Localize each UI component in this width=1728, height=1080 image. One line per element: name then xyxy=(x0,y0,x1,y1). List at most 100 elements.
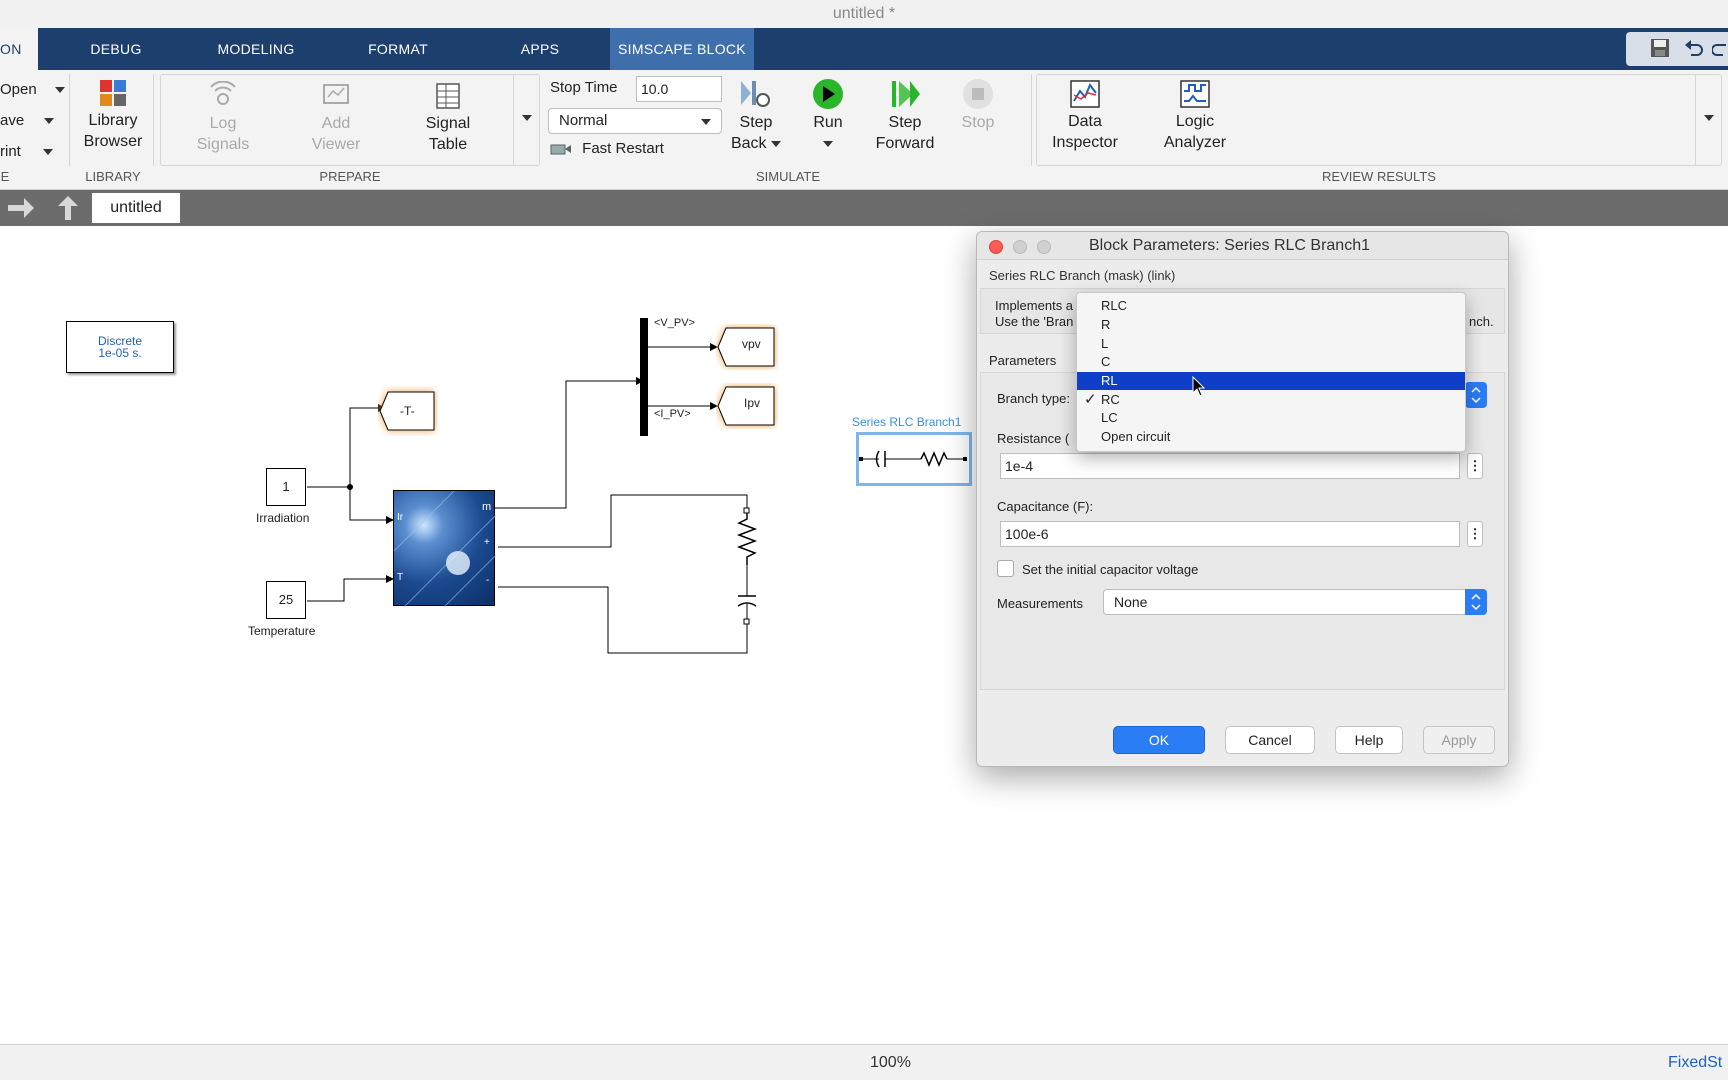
stop-button[interactable]: Stop xyxy=(948,78,1008,133)
add-viewer-icon xyxy=(323,84,349,104)
run-button[interactable]: Run xyxy=(798,78,858,154)
stop-time-input[interactable]: 10.0 xyxy=(636,76,722,102)
powergui-block[interactable]: Discrete 1e-05 s. xyxy=(66,321,174,373)
log-signals-icon xyxy=(210,81,236,105)
library-browser-icon xyxy=(100,80,126,106)
pv-port-minus: - xyxy=(486,575,490,586)
temperature-label: Temperature xyxy=(248,624,316,638)
pv-array-block[interactable]: Ir T m + - xyxy=(393,490,496,607)
dialog-subtitle: Series RLC Branch (mask) (link) xyxy=(989,268,1176,283)
menu-item-open-circuit[interactable]: Open circuit xyxy=(1077,428,1465,446)
apply-button[interactable]: Apply xyxy=(1423,726,1495,754)
select-arrows-icon xyxy=(1471,386,1481,404)
initial-voltage-label: Set the initial capacitor voltage xyxy=(1022,562,1199,577)
zoom-level: 100% xyxy=(870,1054,911,1071)
model-address-bar: untitled xyxy=(0,190,1728,226)
series-rlc-branch1-block[interactable] xyxy=(856,432,972,486)
log-signals-button[interactable]: Log Signals xyxy=(183,81,263,155)
tab-simulation[interactable]: ON xyxy=(0,28,38,70)
step-forward-button[interactable]: Step Forward xyxy=(870,78,940,154)
simulate-section: Stop Time 10.0 Normal Fast Restart Step … xyxy=(544,74,1032,166)
tab-apps[interactable]: APPS xyxy=(500,28,580,70)
menu-item-c[interactable]: C xyxy=(1077,353,1465,371)
prepare-gallery-expand[interactable] xyxy=(513,75,539,165)
data-inspector-button[interactable]: Data Inspector xyxy=(1049,79,1121,153)
quick-access-toolbar xyxy=(1626,32,1728,66)
description-line2-right: nch. xyxy=(1469,314,1494,329)
zoom-window-icon[interactable] xyxy=(1037,240,1051,254)
logic-analyzer-icon xyxy=(1180,80,1210,108)
add-viewer-button[interactable]: Add Viewer xyxy=(296,81,376,155)
bus-selector-block[interactable] xyxy=(640,318,648,436)
step-back-button[interactable]: Step Back xyxy=(726,78,786,154)
series-rlc-branch1-label: Series RLC Branch1 xyxy=(852,415,962,429)
library-section-label: LIBRARY xyxy=(85,169,141,184)
prepare-section: Log Signals Add Viewer Signal Table xyxy=(160,74,540,166)
branch-type-select-stepper[interactable] xyxy=(1465,382,1487,408)
menu-item-r[interactable]: R xyxy=(1077,316,1465,334)
file-section-label: E xyxy=(0,169,10,184)
tab-modeling[interactable]: MODELING xyxy=(200,28,312,70)
undo-icon[interactable] xyxy=(1684,39,1704,57)
parameters-header: Parameters xyxy=(989,353,1057,368)
capacitance-input[interactable]: 100e-6 xyxy=(1000,521,1460,547)
resistance-input[interactable]: 1e-4 xyxy=(1000,453,1460,479)
pv-port-m: m xyxy=(482,501,492,513)
capacitance-label: Capacitance (F): xyxy=(997,499,1094,514)
library-browser-button[interactable]: Library Browser xyxy=(72,78,154,152)
stop-time-label: Stop Time xyxy=(550,79,618,96)
fast-restart-toggle[interactable]: Fast Restart xyxy=(550,140,664,157)
measurements-select-stepper[interactable] xyxy=(1465,589,1487,615)
help-button[interactable]: Help xyxy=(1335,726,1403,754)
menu-item-lc[interactable]: LC xyxy=(1077,409,1465,427)
pv-port-ir: Ir xyxy=(397,512,404,523)
close-window-icon[interactable] xyxy=(989,240,1003,254)
tab-debug[interactable]: DEBUG xyxy=(66,28,166,70)
window-title-bar: untitled * xyxy=(0,0,1728,28)
fast-restart-icon xyxy=(550,144,571,155)
goto-vpv-label: vpv xyxy=(742,337,761,351)
save-menu[interactable]: ave xyxy=(0,112,55,129)
goto-t-label: -T- xyxy=(400,404,415,418)
forward-arrow-icon[interactable] xyxy=(6,196,36,220)
status-bar: 100% FixedSt xyxy=(0,1044,1728,1080)
capacitance-more-icon[interactable]: ⋮ xyxy=(1467,521,1483,547)
menu-item-l[interactable]: L xyxy=(1077,335,1465,353)
description-line2-left: Use the 'Bran xyxy=(995,314,1074,329)
irradiation-constant-block[interactable]: 1 xyxy=(266,468,306,506)
menu-item-rl[interactable]: RL xyxy=(1077,372,1465,390)
measurements-label: Measurements xyxy=(997,596,1083,611)
pv-panel-pattern xyxy=(394,491,496,607)
rlc-symbol xyxy=(859,450,967,468)
minimize-window-icon[interactable] xyxy=(1013,240,1027,254)
print-menu[interactable]: rint xyxy=(0,143,54,160)
save-icon[interactable] xyxy=(1650,38,1670,58)
logic-analyzer-button[interactable]: Logic Analyzer xyxy=(1155,79,1235,153)
ok-button[interactable]: OK xyxy=(1113,726,1205,754)
temperature-constant-block[interactable]: 25 xyxy=(266,581,306,619)
cancel-button[interactable]: Cancel xyxy=(1225,726,1315,754)
dialog-title-bar: Block Parameters: Series RLC Branch1 xyxy=(977,232,1508,260)
tab-simscape-block[interactable]: SIMSCAPE BLOCK xyxy=(610,28,754,70)
up-arrow-icon[interactable] xyxy=(56,194,80,222)
bus-signal-v-pv: <V_PV> xyxy=(654,317,695,329)
measurements-select[interactable]: None xyxy=(1103,589,1487,615)
tab-format[interactable]: FORMAT xyxy=(348,28,448,70)
pv-port-plus: + xyxy=(484,537,490,548)
irradiation-label: Irradiation xyxy=(256,511,310,525)
open-menu[interactable]: Open xyxy=(0,81,65,98)
solver-link[interactable]: FixedSt xyxy=(1668,1054,1722,1072)
simulation-mode-select[interactable]: Normal xyxy=(548,108,722,134)
signal-table-button[interactable]: Signal Table xyxy=(408,81,488,155)
run-icon xyxy=(813,79,843,109)
initial-voltage-checkbox[interactable] xyxy=(997,560,1014,577)
redo-icon[interactable] xyxy=(1712,39,1728,57)
model-tab-untitled[interactable]: untitled xyxy=(92,193,180,223)
review-gallery-expand[interactable] xyxy=(1695,75,1721,165)
checkmark-icon: ✓ xyxy=(1084,391,1097,408)
dialog-title: Block Parameters: Series RLC Branch1 xyxy=(1089,237,1370,254)
menu-item-rc[interactable]: RC xyxy=(1077,391,1465,409)
mouse-cursor-icon xyxy=(1192,376,1206,397)
menu-item-rlc[interactable]: RLC xyxy=(1077,297,1465,315)
resistance-more-icon[interactable]: ⋮ xyxy=(1467,453,1483,479)
